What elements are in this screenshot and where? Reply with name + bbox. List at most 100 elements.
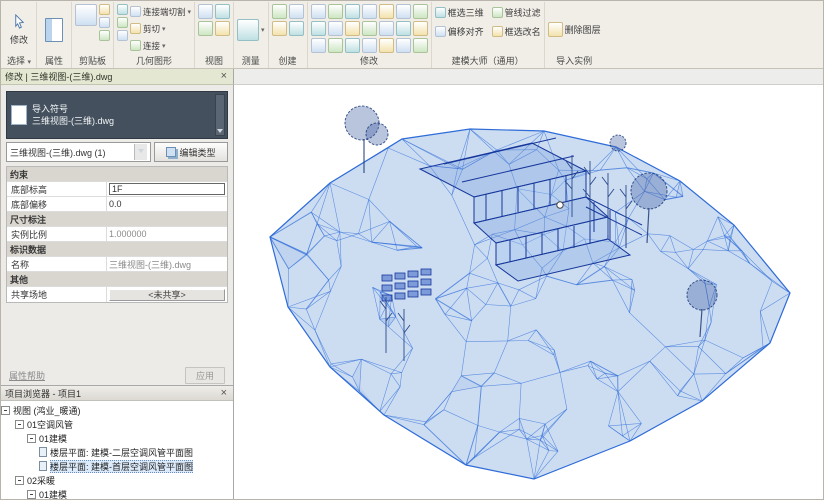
- copy-icon[interactable]: [99, 17, 110, 28]
- paste-icon[interactable]: [75, 4, 97, 26]
- group-label-properties[interactable]: 属性: [40, 55, 68, 68]
- edit-profile-icon[interactable]: [413, 38, 428, 53]
- properties-button[interactable]: [40, 15, 68, 45]
- beam-end-cut-tool[interactable]: 连接端切割 ▾: [130, 4, 191, 19]
- match-type-icon[interactable]: [99, 30, 110, 41]
- demolish-icon[interactable]: [362, 38, 377, 53]
- offset-align-tool[interactable]: 偏移对齐: [435, 23, 484, 40]
- collapse-icon[interactable]: [15, 476, 24, 485]
- mirror-draw-icon[interactable]: [362, 4, 377, 19]
- close-hidden-windows-icon[interactable]: [198, 21, 213, 36]
- collapse-icon[interactable]: [1, 406, 10, 415]
- hidden-elements-icon[interactable]: [215, 4, 230, 19]
- thin-lines-icon[interactable]: [198, 4, 213, 19]
- collapse-icon[interactable]: [27, 490, 36, 499]
- edit-type-button[interactable]: 编辑类型: [154, 142, 228, 162]
- align-icon[interactable]: [311, 4, 326, 19]
- batch-rename-tool[interactable]: 框选改名: [492, 23, 541, 40]
- create-parts-icon[interactable]: [289, 21, 304, 36]
- cut-geometry-icon[interactable]: [117, 4, 128, 15]
- delete-layers-tool[interactable]: 删除图层: [548, 21, 601, 38]
- type-selector-scrollbar[interactable]: [215, 94, 225, 136]
- filter-icon: [492, 7, 503, 18]
- join-tool-label: 连接: [143, 40, 160, 52]
- base-offset-value[interactable]: 0.0: [107, 197, 227, 211]
- import-symbol-icon: [11, 105, 27, 125]
- array-icon[interactable]: [362, 21, 377, 36]
- project-browser-tree: 视图 (鸿业_暖通) 01空调风管 01建模 楼层平面: 建模-二层空调风管平面…: [1, 401, 233, 499]
- tree-item-heating[interactable]: 02采暖: [1, 473, 233, 487]
- chevron-down-icon: ▾: [188, 8, 192, 16]
- join-tool[interactable]: 连接 ▾: [130, 38, 191, 53]
- scale-icon[interactable]: [379, 21, 394, 36]
- selection-point[interactable]: [557, 202, 563, 208]
- drawing-area[interactable]: [234, 85, 823, 499]
- unpin-icon[interactable]: [413, 21, 428, 36]
- tree-item-views[interactable]: 视图 (鸿业_暖通): [1, 403, 233, 417]
- tree-item-plan-level2[interactable]: 楼层平面: 建模-二层空调风管平面图: [1, 445, 233, 459]
- options-bar-spacer: [234, 69, 823, 85]
- tree-item-modeling-1[interactable]: 01建模: [1, 431, 233, 445]
- modify-button[interactable]: 修改: [5, 11, 33, 49]
- cope-icon[interactable]: [396, 38, 411, 53]
- delete-icon[interactable]: [311, 38, 326, 53]
- tree-item-label: 楼层平面: 建模-首层空调风管平面图: [50, 460, 193, 473]
- project-browser-header[interactable]: 项目浏览器 - 项目1 ×: [1, 385, 233, 401]
- insulation-icon[interactable]: [379, 38, 394, 53]
- match-properties-icon[interactable]: [328, 38, 343, 53]
- prop-label: 共享场地: [7, 287, 107, 302]
- trim-extend-icon[interactable]: [413, 4, 428, 19]
- base-level-input[interactable]: 1F: [109, 183, 225, 195]
- tree-item-hvac-duct[interactable]: 01空调风管: [1, 417, 233, 431]
- split-icon[interactable]: [379, 4, 394, 19]
- rotate-icon[interactable]: [345, 21, 360, 36]
- prop-row-shared-site: 共享场地 <未共享>: [7, 287, 227, 302]
- create-assembly-icon[interactable]: [272, 21, 287, 36]
- cut-tool[interactable]: 剪切 ▾: [130, 21, 191, 36]
- type-selector[interactable]: 导入符号 三维视图-(三维).dwg: [6, 91, 228, 139]
- edit-type-icon: [166, 147, 176, 157]
- cut-tool-icon: [130, 23, 141, 34]
- mirror-axis-icon[interactable]: [345, 4, 360, 19]
- ribbon-group-select: 修改 选择 ▾: [2, 2, 37, 68]
- properties-palette-icon: [45, 18, 63, 42]
- trim-corner-icon[interactable]: [396, 4, 411, 19]
- wall-joins-icon[interactable]: [117, 30, 128, 41]
- group-label-select[interactable]: 选择 ▾: [5, 55, 33, 68]
- batch-rename-icon: [492, 26, 503, 37]
- instance-filter-value: 三维视图-(三维).dwg (1): [10, 146, 106, 159]
- instance-filter-combo[interactable]: 三维视图-(三维).dwg (1): [6, 142, 151, 162]
- prop-label: 底部偏移: [7, 197, 107, 211]
- close-icon[interactable]: ×: [219, 388, 229, 399]
- move-icon[interactable]: [311, 21, 326, 36]
- apply-button[interactable]: 应用: [185, 367, 225, 384]
- cut-icon[interactable]: [99, 4, 110, 15]
- offset-icon[interactable]: [328, 4, 343, 19]
- tree-item-modeling-2[interactable]: 01建模: [1, 487, 233, 499]
- collapse-icon[interactable]: [15, 420, 24, 429]
- switch-windows-icon[interactable]: [215, 21, 230, 36]
- shared-site-button[interactable]: <未共享>: [109, 289, 225, 301]
- chevron-down-icon[interactable]: ▾: [261, 26, 265, 34]
- properties-help-link[interactable]: 属性帮助: [9, 369, 45, 382]
- pin-icon[interactable]: [396, 21, 411, 36]
- batch-rename-label: 框选改名: [505, 25, 541, 38]
- prop-label: 实例比例: [7, 227, 107, 241]
- beam-end-cut-label: 连接端切割: [143, 6, 186, 18]
- box-select-3d-tool[interactable]: 框选三维: [435, 4, 484, 21]
- combo-dropdown[interactable]: [134, 144, 147, 160]
- create-group-icon[interactable]: [272, 4, 287, 19]
- group-label-import: 导入实例: [548, 55, 601, 68]
- collapse-icon[interactable]: [27, 434, 36, 443]
- paint-icon[interactable]: [345, 38, 360, 53]
- tree-item-plan-level1[interactable]: 楼层平面: 建模-首层空调风管平面图: [1, 459, 233, 473]
- create-similar-icon[interactable]: [289, 4, 304, 19]
- join-geometry-icon[interactable]: [117, 17, 128, 28]
- copy-element-icon[interactable]: [328, 21, 343, 36]
- ribbon-group-master: 框选三维 管线过滤 偏移对齐 框选改名 建模大师（通: [432, 2, 545, 68]
- pipe-filter-tool[interactable]: 管线过滤: [492, 4, 541, 21]
- measure-icon[interactable]: [237, 19, 259, 41]
- close-icon[interactable]: ×: [219, 71, 229, 82]
- site-model-view[interactable]: [234, 85, 823, 499]
- prop-row-base-level: 底部标高 1F: [7, 182, 227, 197]
